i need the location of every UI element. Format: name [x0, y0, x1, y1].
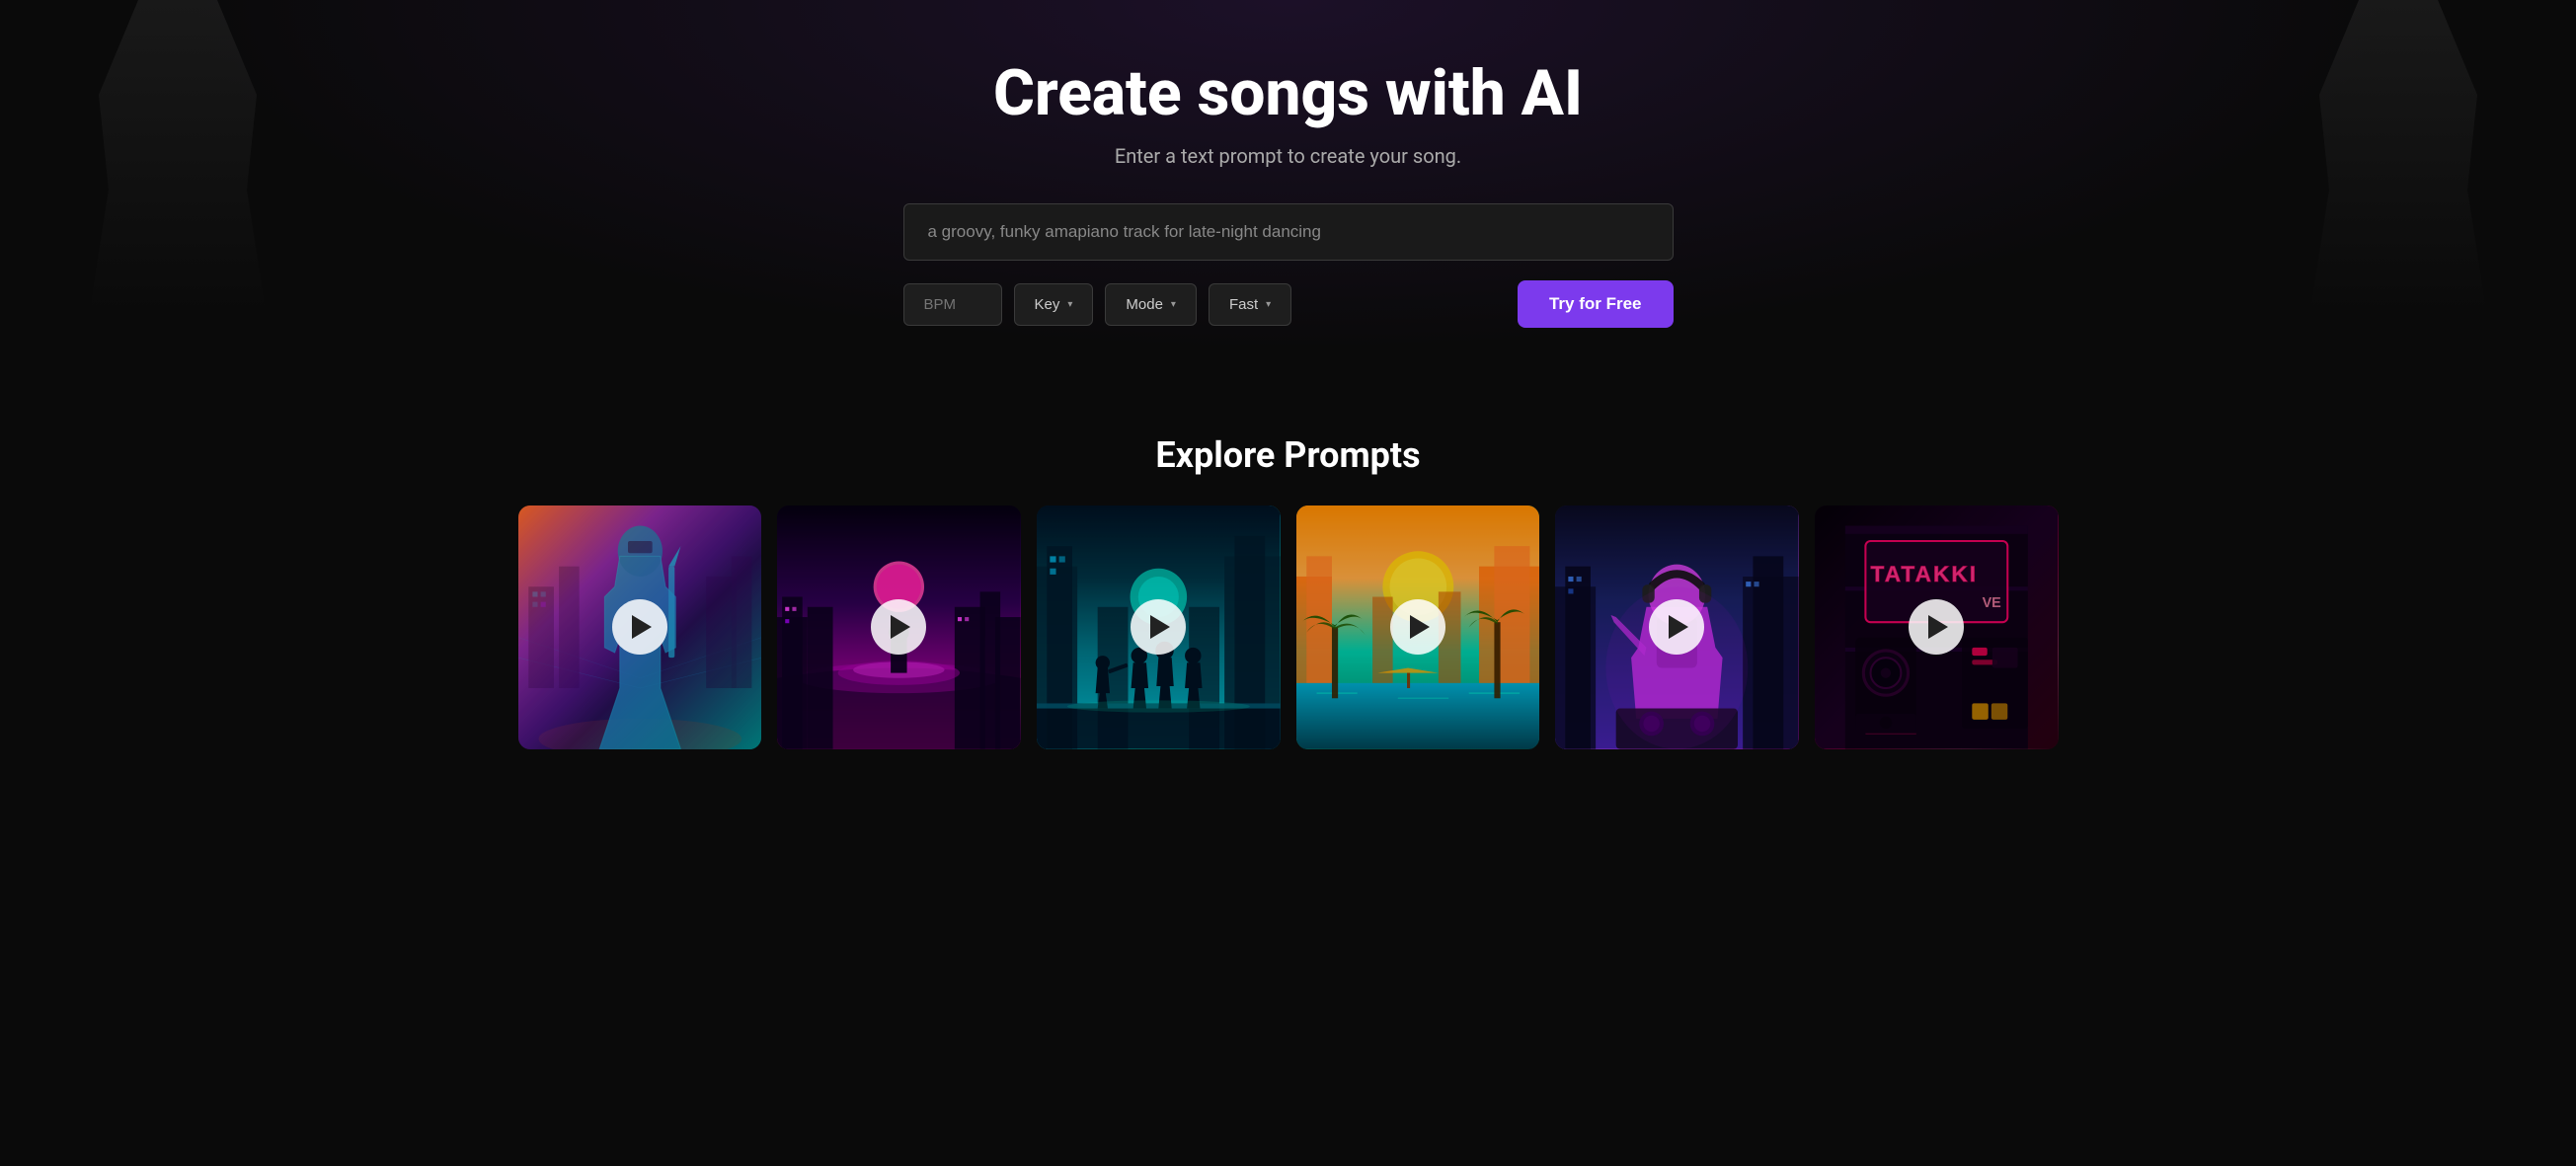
prompt-card-6[interactable]: TATAKKI TATAKKI VE	[1815, 505, 2059, 749]
prompt-card-5[interactable]	[1555, 505, 1799, 749]
play-button-1[interactable]	[612, 599, 667, 655]
play-button-2[interactable]	[871, 599, 926, 655]
explore-section-title: Explore Prompts	[39, 434, 2537, 476]
explore-section: Explore Prompts	[0, 415, 2576, 789]
play-icon-3	[1150, 615, 1170, 639]
play-icon-6	[1928, 615, 1948, 639]
hero-subtitle: Enter a text prompt to create your song.	[1115, 144, 1461, 168]
play-icon-1	[632, 615, 652, 639]
prompts-grid: TATAKKI TATAKKI VE	[518, 505, 2059, 749]
play-icon-5	[1669, 615, 1688, 639]
play-icon-2	[891, 615, 910, 639]
play-overlay-4	[1296, 505, 1540, 749]
prompt-card-2[interactable]	[777, 505, 1021, 749]
play-button-4[interactable]	[1390, 599, 1445, 655]
song-prompt-input[interactable]	[903, 203, 1674, 261]
search-container	[903, 203, 1674, 261]
play-overlay-2	[777, 505, 1021, 749]
hero-title: Create songs with AI	[993, 59, 1583, 128]
play-button-6[interactable]	[1909, 599, 1964, 655]
speed-label: Fast	[1229, 296, 1258, 313]
bpm-input[interactable]	[903, 283, 1002, 326]
key-dropdown[interactable]: Key ▾	[1014, 283, 1094, 326]
mode-dropdown[interactable]: Mode ▾	[1105, 283, 1197, 326]
mode-label: Mode	[1126, 296, 1163, 313]
play-icon-4	[1410, 615, 1430, 639]
prompt-card-3[interactable]	[1037, 505, 1281, 749]
mode-chevron-icon: ▾	[1171, 299, 1176, 310]
play-overlay-1	[518, 505, 762, 749]
prompt-card-4[interactable]	[1296, 505, 1540, 749]
play-overlay-6	[1815, 505, 2059, 749]
speed-dropdown[interactable]: Fast ▾	[1209, 283, 1291, 326]
prompt-card-1[interactable]	[518, 505, 762, 749]
speed-chevron-icon: ▾	[1266, 299, 1271, 310]
key-chevron-icon: ▾	[1067, 299, 1072, 310]
key-label: Key	[1035, 296, 1060, 313]
play-button-3[interactable]	[1131, 599, 1186, 655]
play-overlay-5	[1555, 505, 1799, 749]
try-for-free-button[interactable]: Try for Free	[1518, 280, 1674, 328]
play-button-5[interactable]	[1649, 599, 1704, 655]
bg-decoration-left	[79, 0, 276, 316]
controls-row: Key ▾ Mode ▾ Fast ▾ Try for Free	[903, 280, 1674, 328]
hero-section: Create songs with AI Enter a text prompt…	[0, 0, 2576, 415]
play-overlay-3	[1037, 505, 1281, 749]
bg-decoration-right	[2300, 0, 2497, 316]
